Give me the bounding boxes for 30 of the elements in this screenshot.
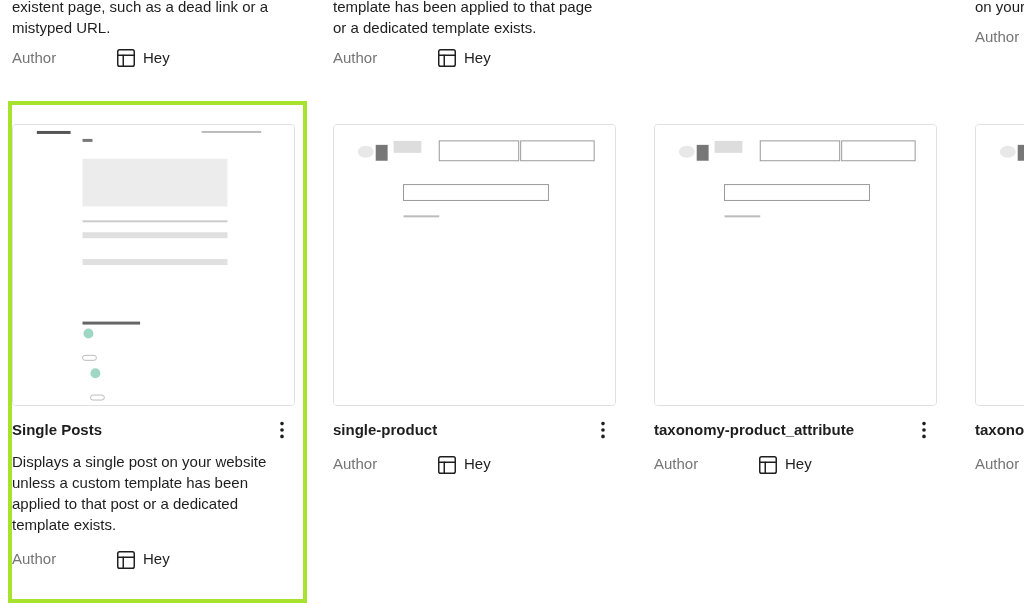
author-label: Author [12, 47, 58, 68]
description-line: or a dedicated template exists. [333, 18, 538, 38]
template-name: single-product [333, 420, 438, 440]
author-name: Hey [464, 454, 491, 475]
author-name: Hey [785, 454, 812, 475]
description-line: template has been applied to that page [333, 0, 594, 17]
author-name: Hey [143, 549, 170, 570]
layout-icon [436, 453, 458, 476]
author-name: Hey [464, 47, 491, 68]
description-line: on your [975, 0, 1024, 17]
author-name: Hey [143, 47, 170, 68]
template-name: taxono [975, 420, 1024, 440]
layout-icon [115, 548, 137, 571]
author-label: Author [975, 454, 1021, 475]
author-label: Author [975, 26, 1021, 47]
description-line: unless a custom template has been [12, 472, 249, 493]
author-label: Author [333, 454, 379, 475]
author-label: Author [333, 47, 379, 68]
description-line: template exists. [12, 514, 118, 535]
author-label: Author [654, 454, 700, 475]
layout-icon [436, 47, 458, 69]
layout-icon [115, 47, 137, 69]
description-line: applied to that post or a dedicated [12, 493, 239, 514]
description-line: mistyped URL. [12, 18, 112, 38]
layout-icon [757, 453, 779, 476]
author-label: Author [12, 549, 58, 570]
template-name: taxonomy-product_attribute [654, 420, 854, 440]
template-name: Single Posts [12, 420, 103, 440]
description-line: Displays a single post on your website [12, 451, 268, 472]
description-line: existent page, such as a dead link or a [12, 0, 269, 17]
